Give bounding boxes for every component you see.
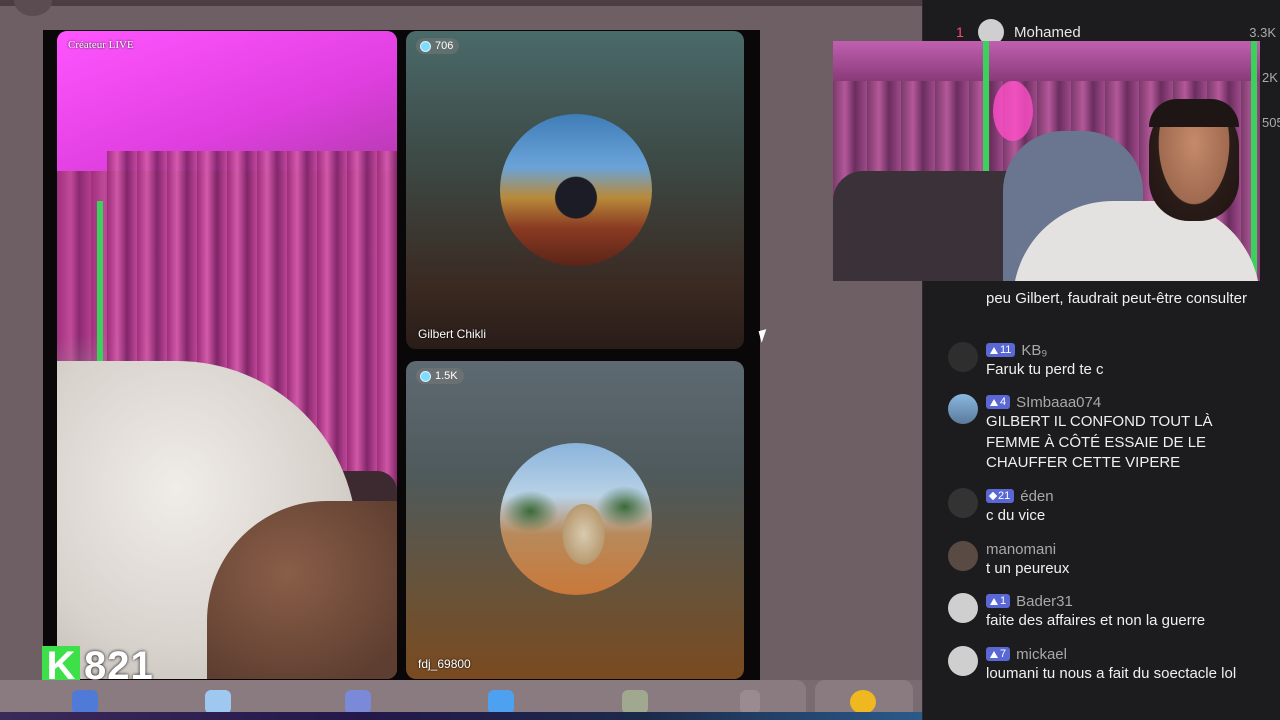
chat-username[interactable]: mickael — [1016, 646, 1067, 663]
guest-tile[interactable]: 1.5K fdj_69800 — [406, 361, 744, 679]
webcam-ceiling — [833, 41, 1260, 81]
chat-username[interactable]: éden — [1020, 488, 1053, 505]
chat-message-header: 4 SImbaaa074 — [986, 394, 1101, 411]
level-badge: 11 — [986, 343, 1016, 357]
level-icon — [990, 650, 998, 658]
level-icon — [990, 597, 998, 605]
chat-message-text: faite des affaires et non la guerre — [986, 612, 1206, 629]
gift-icon[interactable] — [622, 690, 648, 714]
coin-icon[interactable] — [850, 690, 876, 714]
webcam-light — [1251, 41, 1257, 281]
rank-number: 1 — [956, 24, 964, 40]
avatar[interactable] — [948, 342, 978, 372]
chat-username[interactable]: SImbaaa074 — [1016, 394, 1101, 411]
gift-icon[interactable] — [345, 690, 371, 714]
chat-message-header: 7 mickael — [986, 646, 1067, 663]
chat-message-text: GILBERT IL CONFOND TOUT LÀ FEMME À CÔTÉ … — [986, 413, 1213, 471]
level-number: 21 — [998, 490, 1011, 502]
chat-username[interactable]: Bader31 — [1016, 593, 1073, 610]
level-icon — [990, 346, 998, 354]
avatar[interactable] — [948, 541, 978, 571]
chat-message-header: 11 KB₉ — [986, 342, 1047, 359]
chat-message-text: loumani tu nous a fait du soectacle lol — [986, 665, 1237, 682]
guest-avatar[interactable] — [500, 443, 652, 595]
chat-message-text: Faruk tu perd te c — [986, 361, 1104, 378]
level-icon — [990, 398, 998, 406]
webcam-person-hair — [1149, 99, 1239, 127]
chevron-up-icon[interactable] — [740, 690, 760, 714]
level-number: 11 — [1000, 344, 1012, 356]
gift-strip — [0, 680, 806, 714]
taskbar-edge — [0, 712, 922, 720]
level-icon — [988, 491, 998, 501]
rank-score: 505 — [1262, 115, 1280, 130]
chat-username[interactable]: manomani — [986, 541, 1056, 558]
avatar[interactable] — [948, 394, 978, 424]
chat-username[interactable]: KB₉ — [1021, 342, 1047, 359]
viewer-count: 706 — [435, 40, 454, 52]
stage-top-bar — [0, 0, 922, 6]
chat-message-header: 21 éden — [986, 488, 1054, 505]
viewer-icon — [420, 40, 431, 52]
guest-name[interactable]: Gilbert Chikli — [418, 327, 486, 341]
viewer-count-badge: 706 — [416, 38, 460, 54]
chat-message-header: 1 Bader31 — [986, 593, 1073, 610]
viewer-icon — [420, 370, 431, 382]
chat-message-text: t un peureux — [986, 560, 1070, 577]
webcam-neon-sign — [993, 81, 1033, 141]
level-badge: 1 — [986, 594, 1011, 608]
streamer-webcam-overlay — [833, 41, 1260, 281]
guest-name[interactable]: fdj_69800 — [418, 657, 471, 671]
rank-score: 3.3K — [1249, 24, 1276, 40]
gift-icon[interactable] — [488, 690, 514, 714]
host-label: Créateur LIVE — [68, 39, 134, 51]
viewer-count: 1.5K — [435, 370, 458, 382]
level-number: 1 — [1000, 595, 1007, 607]
level-number: 7 — [1000, 648, 1007, 660]
gift-icon[interactable] — [205, 690, 231, 714]
level-badge: 21 — [986, 489, 1015, 503]
guest-tile[interactable]: 706 Gilbert Chikli — [406, 31, 744, 349]
chat-message-header: manomani — [986, 541, 1056, 558]
rank-score: 2K — [1262, 70, 1278, 85]
host-video-tile[interactable]: Créateur LIVE — [57, 31, 397, 679]
avatar[interactable] — [948, 593, 978, 623]
level-number: 4 — [1000, 396, 1007, 408]
rank-username: Mohamed — [1014, 23, 1081, 41]
chat-message-text: peu Gilbert, faudrait peut-être consulte… — [986, 290, 1247, 307]
guest-avatar[interactable] — [500, 114, 652, 266]
viewer-count-badge: 1.5K — [416, 368, 464, 384]
gift-icon[interactable] — [72, 690, 98, 714]
avatar[interactable] — [948, 488, 978, 518]
level-badge: 7 — [986, 647, 1011, 661]
host-video-light — [97, 201, 103, 371]
host-video-ceiling — [57, 31, 397, 171]
chat-message-text: c du vice — [986, 507, 1046, 524]
avatar[interactable] — [948, 646, 978, 676]
level-badge: 4 — [986, 395, 1011, 409]
